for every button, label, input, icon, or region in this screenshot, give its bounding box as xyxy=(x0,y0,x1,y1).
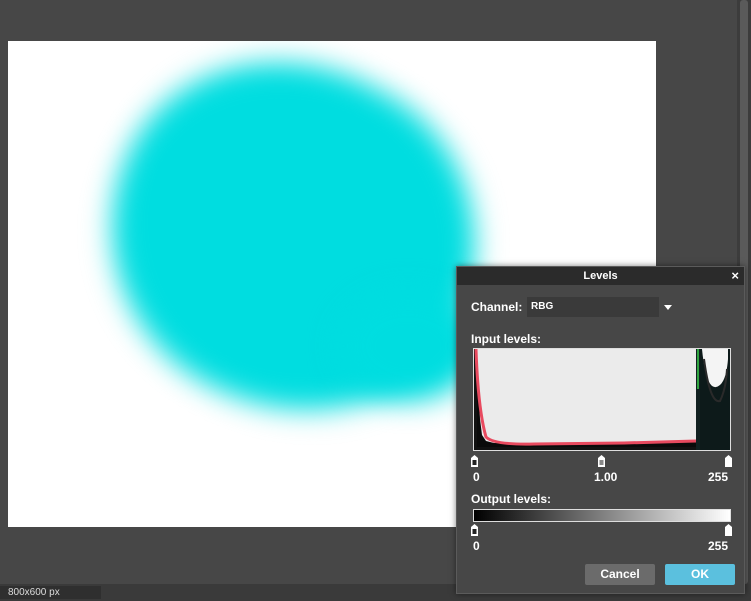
ok-button[interactable]: OK xyxy=(665,564,735,585)
slider-handle-icon[interactable] xyxy=(471,524,478,536)
input-black-value: 0 xyxy=(473,470,480,484)
channel-label: Channel: xyxy=(471,300,523,314)
slider-handle-icon[interactable] xyxy=(471,455,478,467)
chevron-down-icon[interactable] xyxy=(664,305,672,310)
close-icon[interactable]: × xyxy=(731,267,739,285)
slider-handle-icon[interactable] xyxy=(725,455,732,467)
histogram-graph xyxy=(474,349,730,450)
dialog-titlebar[interactable]: Levels × xyxy=(457,267,744,285)
dialog-title: Levels xyxy=(583,270,618,282)
output-white-value: 255 xyxy=(708,539,729,553)
channel-select[interactable]: RBG xyxy=(527,297,659,317)
cancel-button[interactable]: Cancel xyxy=(585,564,655,585)
output-gradient xyxy=(473,509,731,522)
input-levels-label: Input levels: xyxy=(471,332,542,346)
input-white-value: 255 xyxy=(708,470,729,484)
histogram xyxy=(473,348,731,451)
image-size-readout: 800x600 px xyxy=(0,586,101,599)
slider-handle-icon[interactable] xyxy=(725,524,732,536)
slider-handle-icon[interactable] xyxy=(598,455,605,467)
levels-dialog: Levels × Channel: RBG Input levels: 0 1.… xyxy=(456,266,745,594)
output-levels-label: Output levels: xyxy=(471,492,552,506)
output-black-value: 0 xyxy=(473,539,480,553)
input-gamma-value: 1.00 xyxy=(594,470,618,484)
